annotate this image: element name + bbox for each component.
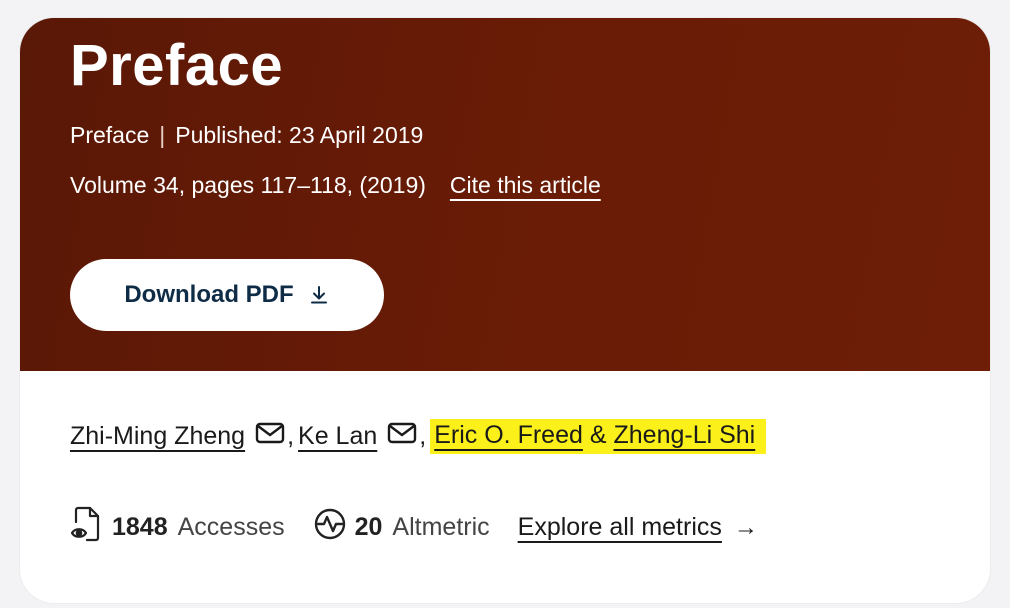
altmetric-count: 20 xyxy=(354,513,383,541)
article-header-card: Preface Preface | Published: 23 April 2019… xyxy=(20,18,990,603)
author-link[interactable]: Eric O. Freed xyxy=(434,421,583,449)
altmetric-label: Altmetric xyxy=(392,513,490,541)
author-link[interactable]: Ke Lan xyxy=(298,422,377,451)
author-list: Zhi-Ming Zheng , Ke Lan , Eric O. Freed … xyxy=(70,419,767,454)
author-separator: , xyxy=(419,422,427,450)
article-title: Preface xyxy=(70,33,284,98)
accesses-label: Accesses xyxy=(177,513,285,541)
article-hero-banner: Preface Preface | Published: 23 April 2019… xyxy=(20,18,990,371)
explore-all-metrics-link[interactable]: Explore all metrics xyxy=(518,513,722,542)
arrow-right-icon[interactable]: → xyxy=(734,514,758,542)
article-type: Preface xyxy=(70,122,150,148)
published-date: Published: 23 April 2019 xyxy=(175,122,424,148)
volume-info: Volume 34, pages 117–118, (2019) xyxy=(70,172,426,198)
download-pdf-label: Download PDF xyxy=(124,281,294,308)
author-separator: & xyxy=(589,421,607,449)
article-meta-type-date: Preface | Published: 23 April 2019 xyxy=(70,122,423,149)
email-icon[interactable] xyxy=(387,421,417,452)
accesses-count: 1848 xyxy=(112,513,168,541)
author-link[interactable]: Zheng-Li Shi xyxy=(613,421,755,449)
article-metrics: 1848 Accesses 20 Altmetric Explore all m… xyxy=(70,506,758,549)
download-pdf-button[interactable]: Download PDF xyxy=(70,259,384,331)
highlighted-authors: Eric O. Freed & Zheng-Li Shi xyxy=(430,419,767,454)
article-meta-volume: Volume 34, pages 117–118, (2019) Cite thi… xyxy=(70,172,601,199)
email-icon[interactable] xyxy=(255,421,285,452)
meta-separator: | xyxy=(159,122,166,148)
altmetric-icon xyxy=(313,507,347,548)
cite-this-article-link[interactable]: Cite this article xyxy=(450,172,601,198)
accesses-icon xyxy=(70,506,104,549)
author-separator: , xyxy=(287,422,295,450)
download-icon xyxy=(308,284,330,306)
author-link[interactable]: Zhi-Ming Zheng xyxy=(70,422,245,451)
